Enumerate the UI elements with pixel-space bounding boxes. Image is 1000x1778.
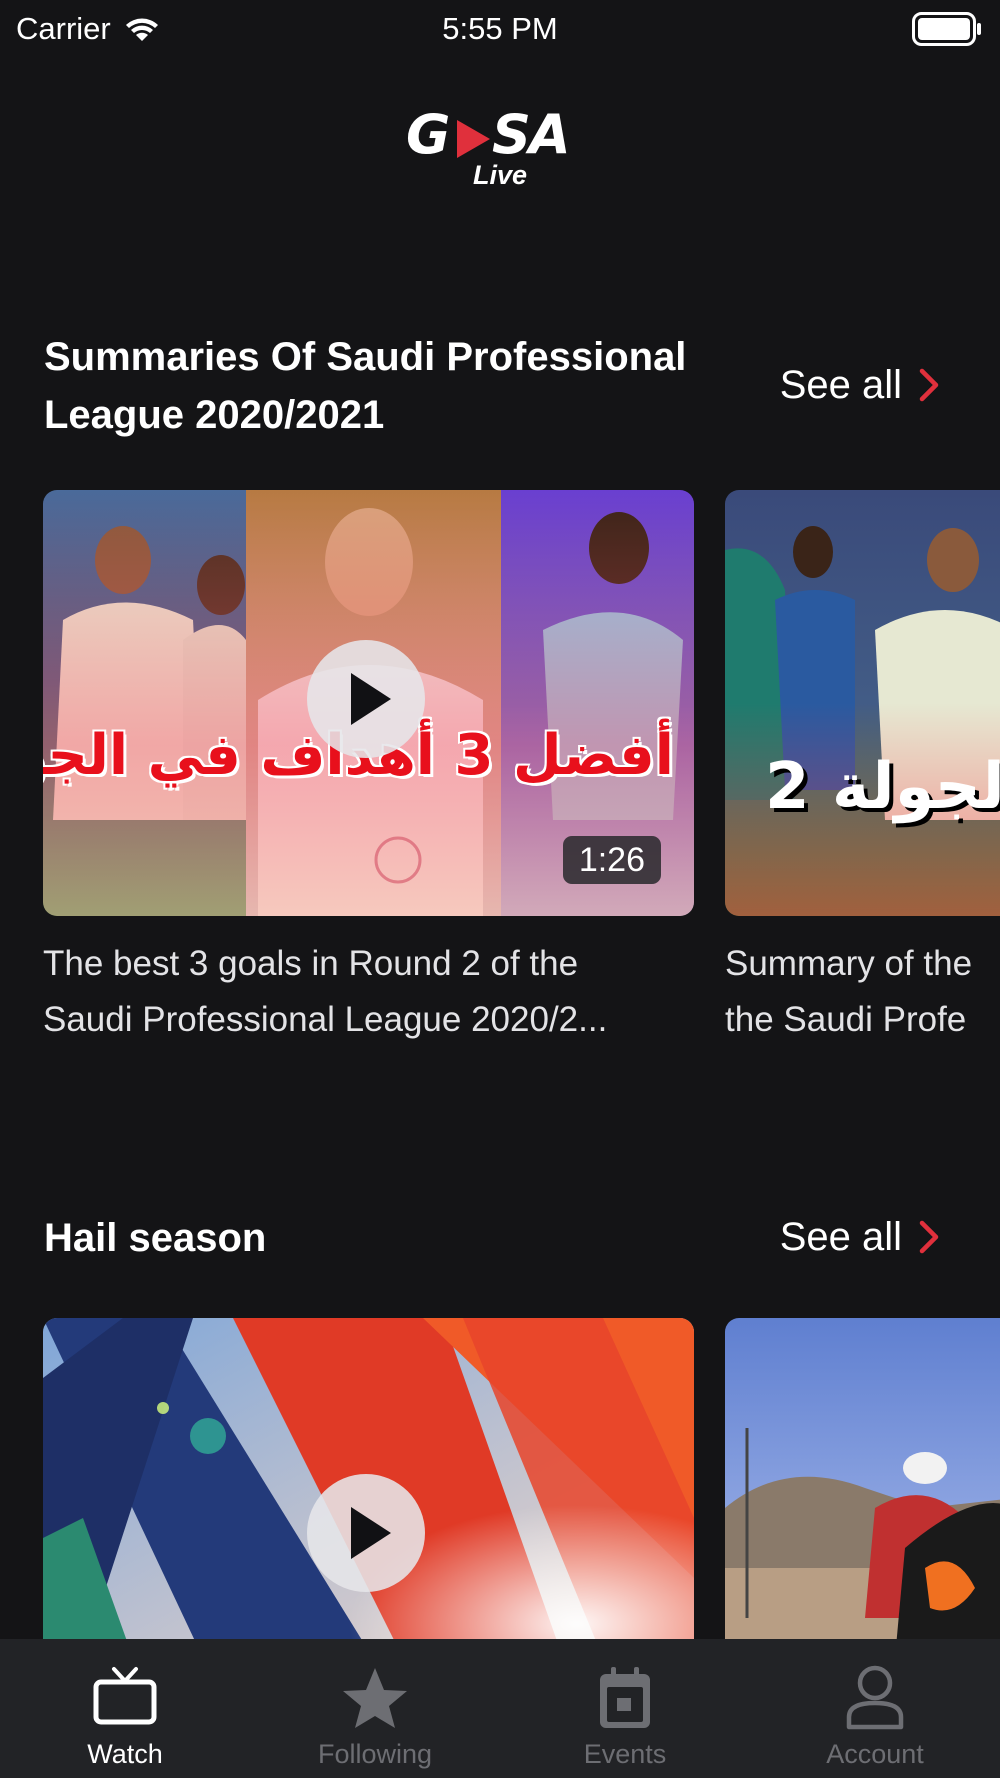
thumbnail-overlay-text: الجولة 2	[765, 750, 1000, 824]
svg-text:G: G	[406, 103, 448, 166]
section-title: Hail season	[44, 1216, 267, 1260]
chevron-right-icon	[919, 1220, 939, 1254]
chevron-right-icon	[919, 368, 939, 402]
tab-label: Events	[583, 1739, 667, 1769]
play-button[interactable]	[307, 640, 425, 758]
play-icon	[351, 1507, 391, 1559]
video-duration: 1:26	[562, 836, 661, 884]
calendar-icon	[600, 1667, 650, 1728]
video-thumbnail	[725, 490, 1000, 916]
svg-text:SA: SA	[492, 103, 569, 166]
tab-bar: Watch Following Events Account	[0, 1639, 1000, 1778]
video-thumbnail	[725, 1318, 1000, 1658]
battery-icon	[912, 12, 981, 46]
tab-label: Watch	[87, 1739, 163, 1769]
logo-subtitle: Live	[472, 160, 528, 190]
video-card[interactable]	[43, 1318, 694, 1658]
status-time: 5:55 PM	[442, 11, 558, 46]
star-icon	[343, 1668, 407, 1728]
video-card[interactable]: أفضل 3 أهداف في الجولة 2 1:26	[43, 490, 694, 916]
tab-events[interactable]: Events	[500, 1639, 750, 1778]
section-title: Summaries Of Saudi Professional League 2…	[44, 328, 764, 444]
tab-label: Following	[317, 1739, 433, 1769]
play-button[interactable]	[307, 1474, 425, 1592]
see-all-label: See all	[779, 363, 902, 407]
person-icon	[846, 1665, 904, 1730]
see-all-label: See all	[779, 1215, 902, 1259]
video-card[interactable]: الجولة 2	[725, 490, 1000, 916]
tab-following[interactable]: Following	[250, 1639, 500, 1778]
tv-icon	[93, 1667, 157, 1725]
status-bar: Carrier 5:55 PM	[0, 0, 1000, 58]
play-icon	[351, 673, 391, 725]
video-caption-line: the Saudi Profe	[725, 1000, 967, 1039]
tab-account[interactable]: Account	[750, 1639, 1000, 1778]
video-card[interactable]	[725, 1318, 1000, 1658]
see-all-link[interactable]: See all	[780, 359, 940, 411]
section-title-line: League 2020/2021	[44, 393, 385, 437]
section-title-line: Summaries Of Saudi Professional	[44, 335, 687, 379]
video-caption-line: The best 3 goals in Round 2 of the	[43, 944, 579, 983]
video-caption[interactable]: The best 3 goals in Round 2 of the Saudi…	[43, 936, 698, 1048]
tab-watch[interactable]: Watch	[0, 1639, 250, 1778]
video-caption-line: Summary of the	[725, 944, 973, 983]
see-all-link[interactable]: See all	[780, 1211, 940, 1263]
video-caption[interactable]: Summary of the the Saudi Profe	[725, 936, 1000, 1048]
video-caption-line: Saudi Professional League 2020/2...	[43, 1000, 608, 1039]
tab-label: Account	[826, 1739, 924, 1769]
